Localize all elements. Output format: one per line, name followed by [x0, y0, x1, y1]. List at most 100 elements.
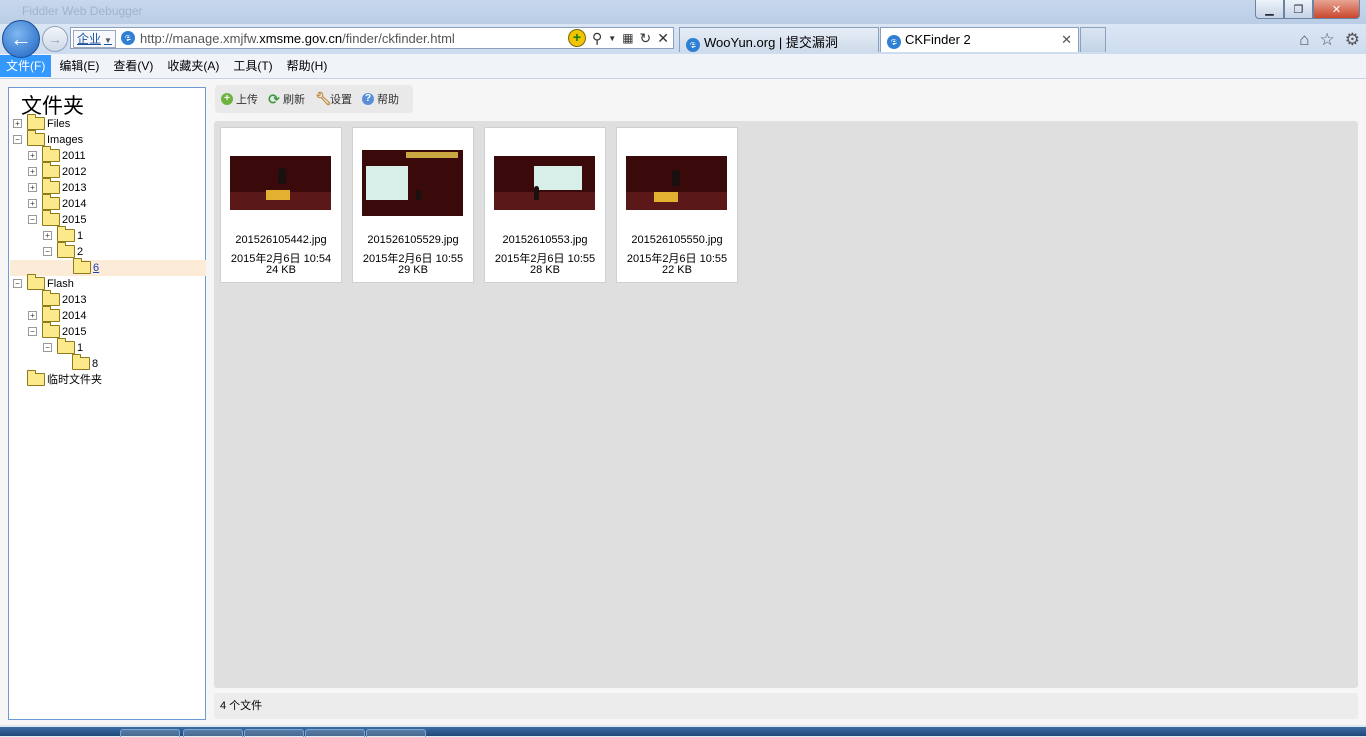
toolbar: + 上传 ⟳ 刷新 🔧︎ 设置 ? 帮助 [215, 85, 413, 113]
tree-folder-label: Flash [47, 278, 74, 290]
folder-icon [42, 306, 60, 322]
windows-taskbar [0, 727, 1366, 737]
tab-ckfinder[interactable]: e CKFinder 2 ✕ [880, 27, 1079, 52]
folder-icon [57, 338, 75, 354]
help-button[interactable]: ? 帮助 [362, 91, 399, 107]
file-size: 24 KB [266, 264, 296, 276]
expand-icon[interactable]: + [43, 231, 52, 240]
close-icon[interactable]: ✕ [1313, 0, 1360, 19]
expand-icon[interactable]: + [28, 183, 37, 192]
menu-favorites[interactable]: 收藏夹(A) [161, 55, 225, 77]
home-icon[interactable]: ⌂ [1299, 30, 1309, 50]
chevron-down-icon: ▼ [104, 36, 112, 45]
settings-button[interactable]: 🔧︎ 设置 [315, 91, 352, 107]
folder-icon [42, 162, 60, 178]
upload-plus-icon: + [221, 93, 233, 105]
address-bar[interactable]: 企业 ▼ e http://manage.xmjfw.xmsme.gov.cn/f… [70, 27, 674, 49]
dropdown-icon[interactable]: ▼ [608, 34, 616, 43]
ckfinder-app: 文件夹 + Files − Images +2011 +2012 +2013 +2014−20… [0, 79, 1366, 725]
refresh-button[interactable]: ⟳ 刷新 [268, 91, 305, 107]
expand-icon[interactable]: + [28, 151, 37, 160]
status-bar: 4 个文件 [214, 693, 1358, 719]
folder-icon [42, 146, 60, 162]
folder-icon [42, 290, 60, 306]
tree-folder-label: 1 [77, 230, 84, 242]
expand-icon[interactable]: + [13, 119, 22, 128]
menu-tools[interactable]: 工具(T) [227, 55, 278, 77]
back-arrow-icon[interactable]: ← [2, 20, 40, 58]
collapse-icon[interactable]: − [43, 247, 52, 256]
tree-folder-label: 2014 [62, 198, 87, 210]
file-thumbnail[interactable]: 20152610553.jpg 2015年2月6日 10:55 28 KB [484, 127, 606, 283]
image-preview [494, 156, 595, 210]
folder-icon [42, 194, 60, 210]
file-thumbnail[interactable]: 201526105529.jpg 2015年2月6日 10:55 29 KB [352, 127, 474, 283]
folder-icon [72, 354, 90, 370]
settings-label: 设置 [330, 94, 352, 106]
tree-folder-label: 6 [93, 262, 100, 274]
compat-view-icon[interactable]: ▦ [622, 31, 633, 45]
refresh-label: 刷新 [283, 94, 305, 106]
tree-folder-6[interactable]: 6 [10, 258, 206, 276]
menu-edit[interactable]: 编辑(E) [53, 55, 105, 77]
image-preview [362, 150, 463, 216]
tree-folder-label: 2012 [62, 166, 87, 178]
help-question-icon: ? [362, 93, 374, 105]
tree-folder-label: 2013 [62, 294, 87, 306]
favorites-star-icon[interactable]: ☆ [1320, 30, 1335, 50]
folder-icon [27, 130, 45, 146]
collapse-icon[interactable]: − [28, 215, 37, 224]
new-tab-button[interactable] [1080, 27, 1106, 52]
expand-icon[interactable]: + [28, 167, 37, 176]
ie-tab-icon: e [887, 35, 901, 49]
url-text[interactable]: http://manage.xmjfw.xmsme.gov.cn/finder/… [140, 31, 455, 46]
refresh-icon[interactable]: ↻ [640, 30, 652, 47]
tree-folder-label: Images [47, 134, 84, 146]
main-pane: + 上传 ⟳ 刷新 🔧︎ 设置 ? 帮助 201526105442.jpg 20… [213, 79, 1366, 725]
menu-file[interactable]: 文件(F) [0, 55, 52, 77]
tab-wooyun[interactable]: e WooYun.org | 提交漏洞 [679, 27, 879, 52]
file-thumbnail[interactable]: 201526105550.jpg 2015年2月6日 10:55 22 KB [616, 127, 738, 283]
file-name: 201526105442.jpg [235, 234, 327, 246]
image-preview [230, 156, 331, 210]
tree-folder-label: 8 [92, 358, 99, 370]
upload-button[interactable]: + 上传 [221, 91, 258, 107]
window-title: Fiddler Web Debugger [22, 4, 143, 18]
file-count: 4 个文件 [220, 700, 263, 712]
tab-label: WooYun.org | 提交漏洞 [704, 35, 838, 50]
stop-icon[interactable]: ✕ [657, 30, 669, 47]
expand-icon[interactable]: + [28, 311, 37, 320]
tab-label: CKFinder 2 [905, 32, 971, 47]
folder-panel: 文件夹 + Files − Images +2011 +2012 +2013 +2014−20… [8, 87, 206, 720]
gear-icon[interactable]: ⚙ [1345, 30, 1360, 50]
collapse-icon[interactable]: − [13, 135, 22, 144]
folder-icon [42, 178, 60, 194]
compatibility-icon[interactable]: + [568, 29, 586, 47]
file-name: 201526105529.jpg [367, 234, 459, 246]
image-preview [626, 156, 727, 210]
tree-folder-label: 临时文件夹 [47, 374, 102, 386]
collapse-icon[interactable]: − [43, 343, 52, 352]
minimize-icon[interactable]: ▁ [1255, 0, 1284, 19]
tree-folder-label: 2011 [62, 150, 86, 162]
folder-icon [42, 210, 60, 226]
menu-help[interactable]: 帮助(H) [281, 55, 334, 77]
zone-dropdown[interactable]: 企业 ▼ [73, 30, 116, 48]
tree-folder-label: 2014 [62, 310, 87, 322]
file-size: 22 KB [662, 264, 692, 276]
forward-arrow-icon[interactable]: → [42, 26, 68, 52]
folder-icon [73, 258, 91, 274]
files-area: 201526105442.jpg 2015年2月6日 10:54 24 KB 2… [214, 121, 1358, 688]
collapse-icon[interactable]: − [28, 327, 37, 336]
search-icon[interactable]: ⚲ [592, 30, 602, 47]
file-thumbnail[interactable]: 201526105442.jpg 2015年2月6日 10:54 24 KB [220, 127, 342, 283]
expand-icon[interactable]: + [28, 199, 37, 208]
collapse-icon[interactable]: − [13, 279, 22, 288]
ie-page-icon: e [121, 31, 135, 45]
file-size: 28 KB [530, 264, 560, 276]
restore-icon[interactable]: ❐ [1284, 0, 1313, 19]
menu-view[interactable]: 查看(V) [107, 55, 159, 77]
tree-folder-label: 2013 [62, 182, 87, 194]
folder-icon [27, 274, 45, 290]
close-tab-icon[interactable]: ✕ [1061, 32, 1072, 48]
